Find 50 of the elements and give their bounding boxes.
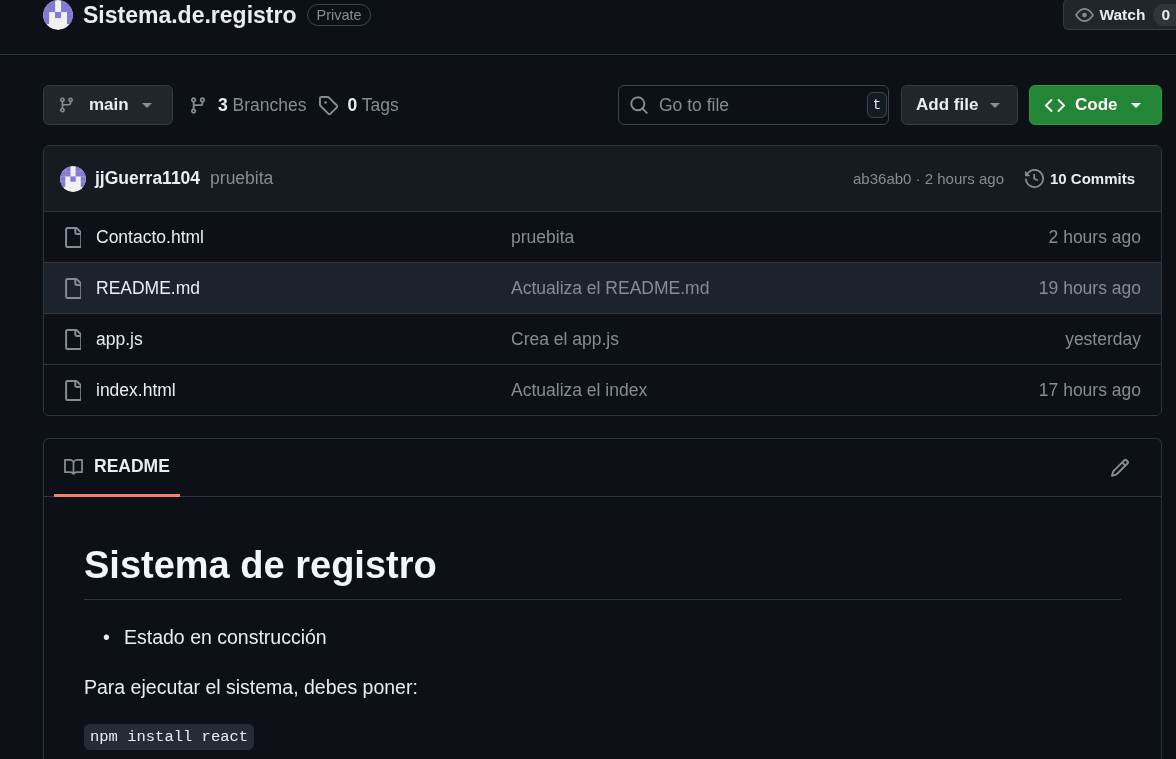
caret-down-icon <box>142 102 152 108</box>
branch-icon <box>191 96 205 114</box>
avatar-icon <box>60 165 86 192</box>
file-name-link[interactable]: index.html <box>96 379 176 401</box>
commit-message-link[interactable]: Actualiza el index <box>511 379 648 401</box>
code-icon <box>1045 98 1065 112</box>
tag-icon <box>318 95 338 115</box>
inline-code: npm install react <box>84 724 255 750</box>
commit-author-link[interactable]: jjGuerra1104 <box>95 168 201 189</box>
avatar-icon <box>43 0 73 30</box>
commit-hash-time: ab36ab0 · 2 hours ago <box>853 170 1004 187</box>
caret-down-icon <box>990 102 1001 108</box>
file-icon <box>65 328 81 350</box>
commit-message-link[interactable]: pruebita <box>210 168 274 189</box>
code-button[interactable]: Code <box>1029 85 1162 125</box>
file-icon <box>65 379 81 401</box>
commits-link[interactable]: 10 Commits <box>1024 169 1135 188</box>
branch-select-button[interactable]: main <box>43 85 173 125</box>
history-icon <box>1024 169 1044 188</box>
eye-icon <box>1075 7 1095 22</box>
commit-message-link[interactable]: pruebita <box>511 226 575 248</box>
watch-button[interactable]: Watch 0 <box>1063 0 1176 30</box>
file-icon <box>65 277 81 299</box>
branch-icon <box>60 97 73 113</box>
repo-title-link[interactable]: Sistema.de.registro <box>83 1 297 29</box>
bullet-marker: • <box>103 624 111 650</box>
file-name-link[interactable]: README.md <box>96 277 201 299</box>
shortcut-key: t <box>867 92 887 118</box>
list-item-text: Estado en construcción <box>124 624 327 650</box>
commit-time: 17 hours ago <box>1038 379 1141 401</box>
commit-message-link[interactable]: Actualiza el README.md <box>511 277 710 299</box>
add-file-button[interactable]: Add file <box>901 85 1018 125</box>
readme-heading: Sistema de registro <box>84 542 1121 600</box>
readme-tab[interactable]: README <box>54 439 180 497</box>
book-icon <box>64 458 83 475</box>
commit-time: 19 hours ago <box>1038 277 1141 299</box>
pencil-icon <box>1111 458 1129 477</box>
file-row[interactable]: index.html Actualiza el index 17 hours ago <box>44 364 1161 415</box>
file-name-link[interactable]: Contacto.html <box>96 226 204 248</box>
file-row[interactable]: README.md Actualiza el README.md 19 hours ago <box>44 262 1161 313</box>
file-icon <box>65 226 81 248</box>
commit-time: yesterday <box>1065 328 1141 350</box>
tags-link[interactable]: 0 Tags <box>318 94 399 116</box>
commit-time: 2 hours ago <box>1048 226 1141 248</box>
branches-link[interactable]: 3 Branches <box>191 94 307 116</box>
caret-down-icon <box>1130 102 1141 108</box>
readme-paragraph: Para ejecutar el sistema, debes poner: <box>84 674 419 700</box>
search-icon <box>630 96 648 114</box>
file-name-link[interactable]: app.js <box>96 328 143 350</box>
commit-message-link[interactable]: Crea el app.js <box>511 328 619 350</box>
